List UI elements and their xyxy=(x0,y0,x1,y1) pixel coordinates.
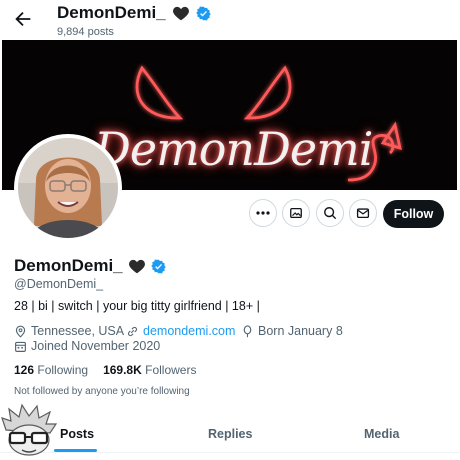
avatar[interactable] xyxy=(14,134,122,242)
followers-count: 169.8K xyxy=(103,363,142,377)
black-heart-icon xyxy=(172,6,189,21)
spiky-hair-glasses-avatar-icon xyxy=(1,403,58,456)
location-pin-icon xyxy=(15,325,26,338)
user-handle: @DemonDemi_ xyxy=(14,277,104,291)
balloon-icon xyxy=(243,324,252,337)
grok-analyze-button[interactable] xyxy=(282,199,310,227)
verified-badge-icon[interactable] xyxy=(150,258,166,274)
verified-badge-icon xyxy=(195,5,211,21)
follow-button[interactable]: Follow xyxy=(383,200,444,228)
social-context-text: Not followed by anyone you’re following xyxy=(14,386,190,397)
message-button[interactable] xyxy=(349,199,377,227)
website-link[interactable]: demondemi.com xyxy=(143,324,235,338)
location-meta: Tennessee, USA xyxy=(14,324,124,338)
profile-bio: 28 | bi | switch | your big titty girlfr… xyxy=(14,299,260,313)
profile-tabs: Posts Replies Media xyxy=(0,418,460,452)
black-heart-icon xyxy=(128,259,145,274)
followers-link[interactable]: 169.8K Followers xyxy=(103,363,196,377)
search-icon xyxy=(324,207,337,220)
location-text: Tennessee, USA xyxy=(31,324,125,338)
more-options-button[interactable] xyxy=(249,199,277,227)
images-icon xyxy=(290,207,302,219)
envelope-icon xyxy=(356,208,370,219)
display-name: DemonDemi_ xyxy=(14,256,123,275)
divider xyxy=(0,452,460,453)
joined-text: Joined November 2020 xyxy=(31,339,161,353)
ellipsis-icon xyxy=(256,211,270,215)
following-label: Following xyxy=(37,363,89,377)
display-name-row: DemonDemi_ xyxy=(14,256,166,276)
profile-photo-icon xyxy=(18,138,118,238)
banner-signature-text: DemonDemi xyxy=(94,122,373,176)
following-link[interactable]: 126 Following xyxy=(14,363,88,377)
followers-label: Followers xyxy=(145,363,197,377)
header-title: DemonDemi_ xyxy=(57,3,166,22)
link-icon xyxy=(128,326,137,336)
search-button[interactable] xyxy=(316,199,344,227)
back-arrow-icon[interactable] xyxy=(12,8,34,30)
joined-meta: Joined November 2020 xyxy=(14,339,160,353)
top-bar: DemonDemi_ 9,894 posts xyxy=(0,0,460,40)
calendar-icon xyxy=(15,341,26,352)
post-count: 9,894 posts xyxy=(57,26,114,38)
tab-posts[interactable]: Posts xyxy=(60,427,94,441)
birthday-text: Born January 8 xyxy=(258,324,343,338)
tab-media[interactable]: Media xyxy=(364,427,399,441)
birthday-meta: Born January 8 xyxy=(241,324,343,338)
follow-stats: 126 Following 169.8K Followers xyxy=(14,363,196,377)
website-meta: demondemi.com xyxy=(126,324,235,338)
profile-header: DemonDemi_ 9,894 posts xyxy=(57,3,211,38)
tab-replies[interactable]: Replies xyxy=(208,427,252,441)
following-count: 126 xyxy=(14,363,35,377)
